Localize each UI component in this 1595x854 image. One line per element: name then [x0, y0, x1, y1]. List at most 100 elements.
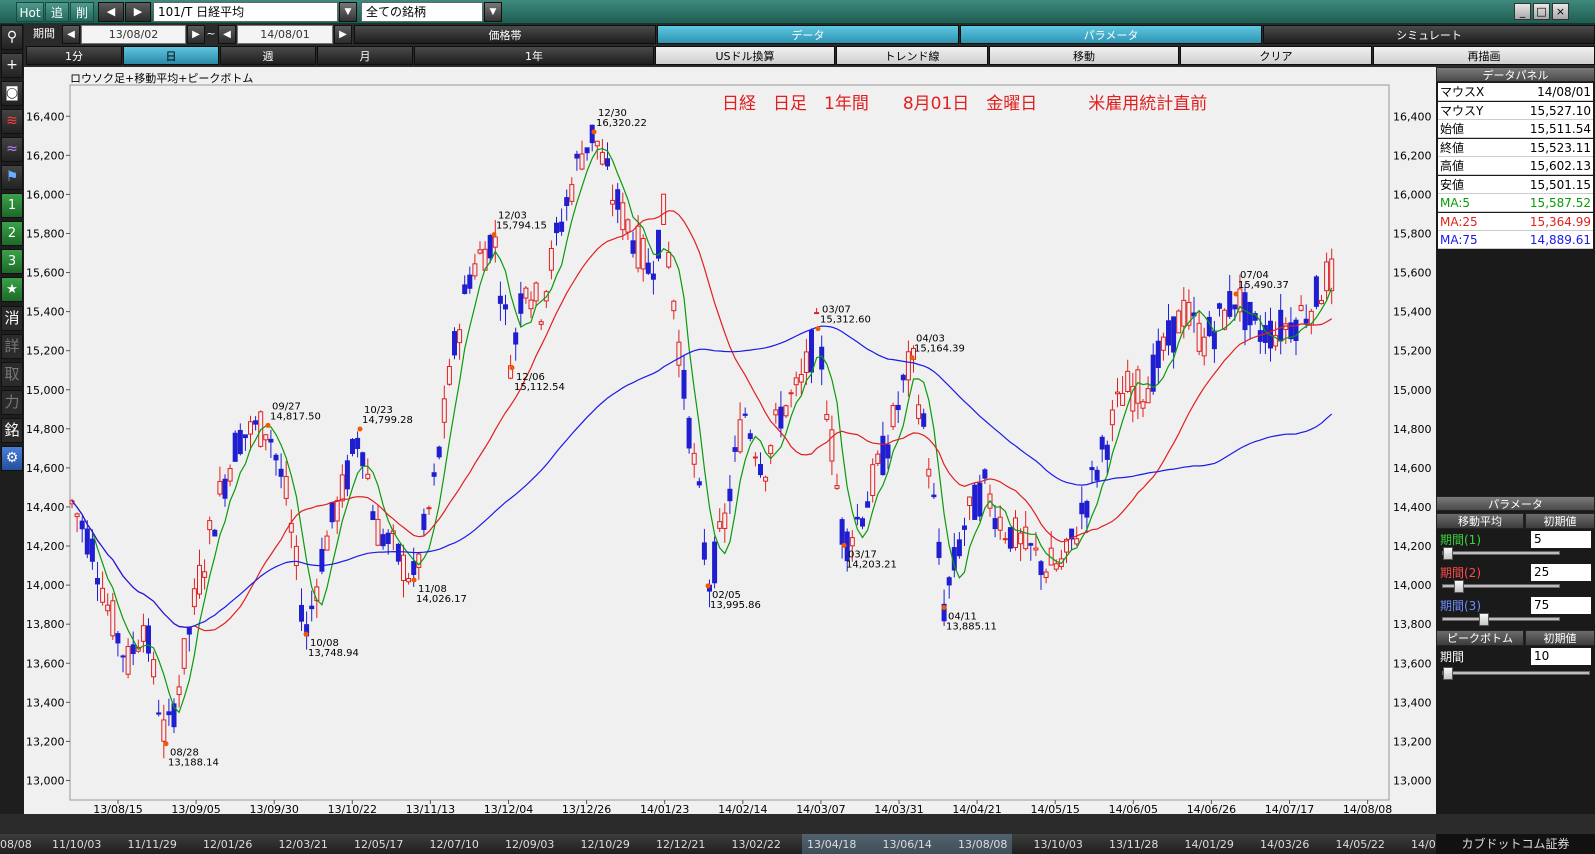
- period-from-field[interactable]: 13/08/02: [81, 25, 186, 44]
- candle-body: [1324, 261, 1330, 292]
- candle-chart-icon[interactable]: ≋: [1, 109, 23, 134]
- ma-period-slider[interactable]: [1442, 580, 1560, 593]
- usd-convert-button[interactable]: USドル換算: [655, 46, 835, 65]
- candle-body: [329, 502, 335, 523]
- period-to-prev-button[interactable]: ◀: [218, 25, 236, 44]
- candle-body: [380, 534, 386, 547]
- delete-tab[interactable]: 削: [70, 2, 94, 22]
- ma-period-slider-knob[interactable]: [1478, 613, 1489, 626]
- trendline-button[interactable]: トレンド線: [836, 46, 988, 65]
- data-row: MA:25 15,364.99: [1438, 212, 1593, 231]
- range-tab-1year[interactable]: 1年: [414, 46, 654, 65]
- tab-parameter[interactable]: パラメータ: [960, 25, 1262, 44]
- range-tab-week[interactable]: 週: [220, 46, 316, 65]
- period-from-next-button[interactable]: ▶: [187, 25, 205, 44]
- candle-body: [375, 518, 381, 546]
- universe-select[interactable]: 全ての銘柄: [361, 2, 483, 22]
- camera-icon[interactable]: ◙: [1, 81, 23, 106]
- candle-body: [457, 329, 463, 344]
- prev-symbol-button[interactable]: ◀: [98, 2, 124, 22]
- preset-2-button[interactable]: 2: [1, 221, 23, 246]
- ma-period-value[interactable]: 5: [1531, 531, 1591, 548]
- stock-button[interactable]: 銘: [1, 418, 23, 443]
- candle-body: [732, 447, 738, 452]
- candle-body: [574, 153, 580, 159]
- preset-1-button[interactable]: 1: [1, 193, 23, 218]
- candlestick-chart[interactable]: 16,400 16,200 16,000 15,800 15,600 15,400 15,2…: [24, 67, 1436, 814]
- peak-bottom-slider-knob[interactable]: [1443, 667, 1453, 680]
- chart-area[interactable]: 16,400 16,200 16,000 15,800 15,600 15,400 15,2…: [24, 67, 1436, 814]
- ma-period-slider[interactable]: [1442, 547, 1560, 560]
- tab-price-band[interactable]: 価格帯: [354, 25, 656, 44]
- tab-data[interactable]: データ: [657, 25, 959, 44]
- candle-body: [1140, 401, 1146, 409]
- ma-period-value[interactable]: 25: [1531, 564, 1591, 581]
- maximize-button[interactable]: □: [1533, 3, 1550, 20]
- minimize-button[interactable]: _: [1514, 3, 1531, 20]
- candle-body: [151, 659, 157, 678]
- x-tick-label: 14/08/08: [1343, 803, 1392, 814]
- range-tab-day[interactable]: 日: [123, 46, 219, 65]
- symbol-field[interactable]: 101/T 日経平均: [153, 2, 338, 22]
- ma-reset-button[interactable]: 初期値: [1525, 513, 1595, 529]
- tab-simulate[interactable]: シミュレート: [1263, 25, 1595, 44]
- candle-body: [640, 237, 646, 270]
- ma-period-value[interactable]: 75: [1531, 597, 1591, 614]
- detail-button[interactable]: 詳: [1, 334, 23, 359]
- candle-body: [487, 235, 493, 259]
- hot-tab[interactable]: Hot: [16, 2, 44, 22]
- erase-button[interactable]: 消: [1, 306, 23, 331]
- search-icon[interactable]: ⚲: [1, 25, 23, 50]
- candle-body: [176, 686, 182, 696]
- period-to-next-button[interactable]: ▶: [334, 25, 352, 44]
- timeline-tick-label: 13/11/28: [1109, 838, 1159, 851]
- candle-body: [829, 429, 835, 462]
- crosshair-icon[interactable]: +: [1, 53, 23, 78]
- universe-dropdown-icon[interactable]: ▼: [484, 2, 502, 22]
- clear-button[interactable]: クリア: [1180, 46, 1372, 65]
- preset-3-button[interactable]: 3: [1, 249, 23, 274]
- peak-bottom-slider[interactable]: [1442, 667, 1590, 680]
- candle-body: [344, 460, 350, 490]
- ma-period-slider[interactable]: [1442, 613, 1560, 626]
- peak-bottom-reset-button[interactable]: 初期値: [1525, 630, 1595, 646]
- period-from-prev-button[interactable]: ◀: [62, 25, 80, 44]
- period-to-field[interactable]: 14/08/01: [237, 25, 333, 44]
- candle-body: [538, 321, 544, 325]
- range-tab-1min[interactable]: 1分: [26, 46, 122, 65]
- y-axis-right: 16,400 16,200 16,000 15,800 15,600 15,400 15,2…: [1393, 110, 1432, 787]
- gear-icon[interactable]: ⚙: [1, 446, 23, 471]
- timeline-tick-label: 12/03/21: [278, 838, 328, 851]
- ma-period-slider-knob[interactable]: [1443, 547, 1453, 560]
- trade-button[interactable]: 取: [1, 362, 23, 387]
- candle-body: [156, 712, 162, 715]
- candle-body: [548, 248, 554, 271]
- candle-body: [870, 464, 876, 497]
- symbol-dropdown-icon[interactable]: ▼: [339, 2, 357, 22]
- redraw-button[interactable]: 再描画: [1373, 46, 1595, 65]
- range-tab-month[interactable]: 月: [317, 46, 413, 65]
- data-row: 始値 15,511.54: [1438, 120, 1593, 138]
- close-button[interactable]: ×: [1552, 3, 1569, 20]
- flag-icon[interactable]: ⚑: [1, 165, 23, 190]
- data-row: 終値 15,523.11: [1438, 138, 1593, 157]
- candle-body: [1120, 392, 1126, 406]
- candle-body: [472, 263, 478, 277]
- candle-body: [105, 604, 111, 612]
- input-button[interactable]: 力: [1, 390, 23, 415]
- next-symbol-button[interactable]: ▶: [125, 2, 151, 22]
- candle-body: [477, 249, 483, 254]
- add-tab[interactable]: 追: [45, 2, 69, 22]
- peak-bottom-period-value[interactable]: 10: [1531, 648, 1591, 665]
- y-tick-label-left: 13,000: [26, 774, 65, 787]
- star-icon[interactable]: ★: [1, 277, 23, 302]
- ma-period-slider-knob[interactable]: [1453, 580, 1464, 593]
- move-button[interactable]: 移動: [989, 46, 1179, 65]
- annotation-value: 15,490.37: [1238, 280, 1289, 291]
- title-bar: Hot 追 削 ◀ ▶ 101/T 日経平均 ▼ 全ての銘柄 ▼ _ □ ×: [0, 0, 1595, 24]
- candle-body: [406, 578, 412, 583]
- candle-body: [824, 413, 830, 420]
- x-tick-label: 14/02/14: [718, 803, 767, 814]
- candle-body: [579, 153, 585, 170]
- line-chart-icon[interactable]: ≈: [1, 137, 23, 162]
